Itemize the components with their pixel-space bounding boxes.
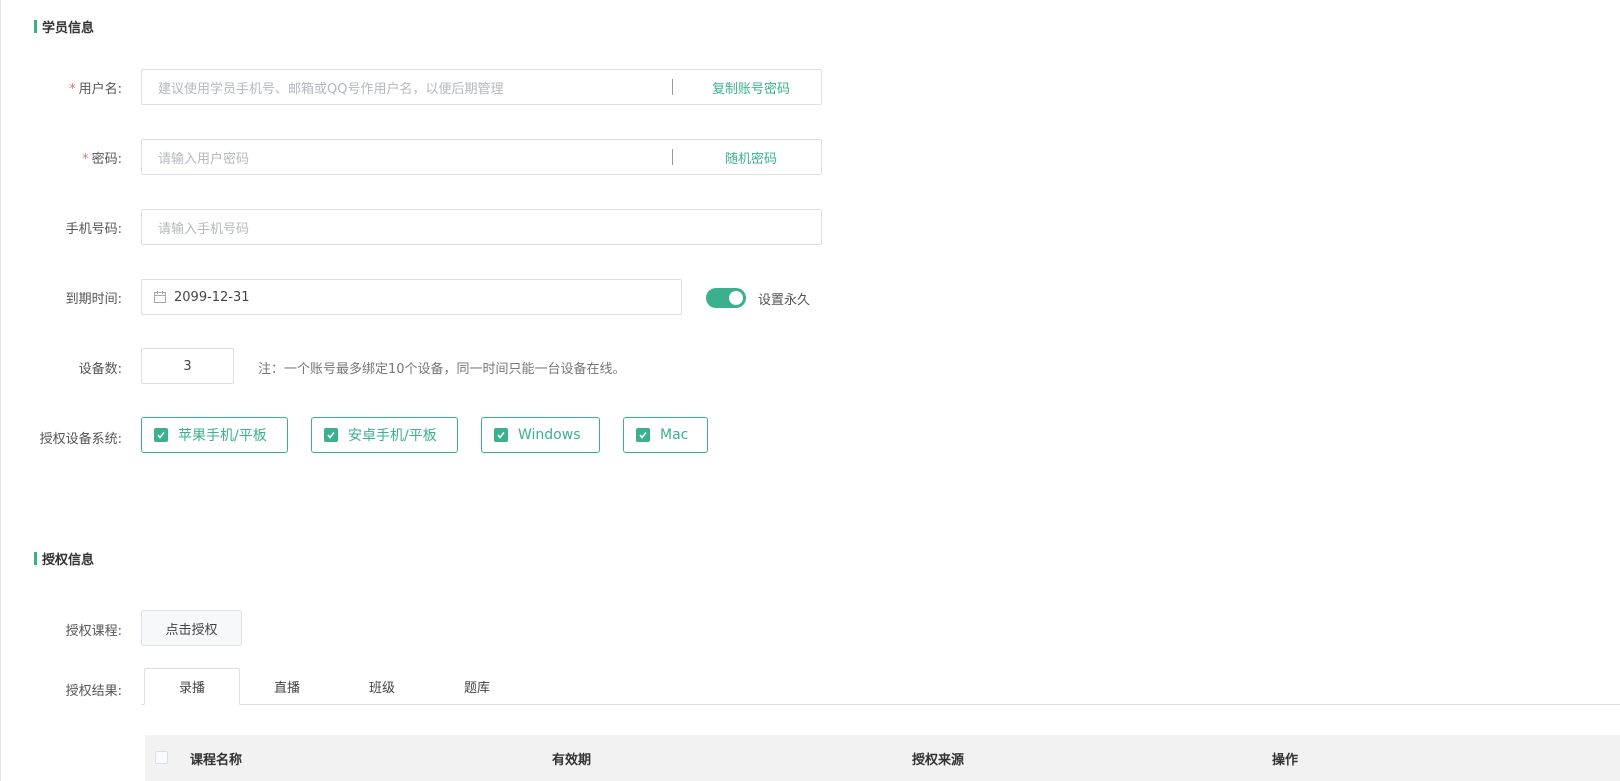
toggle-knob [729, 291, 743, 305]
column-header-actions: 操作 [1272, 753, 1299, 768]
expiry-label: 到期时间: [65, 292, 122, 307]
phone-label: 手机号码: [65, 222, 122, 237]
devices-label: 设备数: [78, 362, 122, 377]
tab-class[interactable]: 班级 [334, 668, 430, 705]
checkbox-checked-icon [636, 428, 650, 442]
section-title-text: 授权信息 [42, 552, 95, 568]
permanent-label: 设置永久 [758, 293, 811, 308]
device-count-input[interactable]: 3 [141, 348, 234, 384]
os-option-windows[interactable]: Windows [481, 417, 600, 453]
checkbox-checked-icon [324, 428, 338, 442]
column-header-source: 授权来源 [912, 753, 965, 768]
os-option-ios[interactable]: 苹果手机/平板 [141, 417, 288, 453]
table-header [145, 735, 1620, 781]
devices-note: 注：一个账号最多绑定10个设备，同一时间只能一台设备在线。 [258, 362, 626, 377]
phone-field[interactable]: 请输入手机号码 [141, 209, 822, 245]
password-label: * 密码: [82, 152, 122, 167]
permanent-toggle[interactable] [706, 288, 746, 308]
section-accent-bar [34, 551, 37, 565]
column-header-course-name: 课程名称 [190, 753, 243, 768]
username-field[interactable]: 建议使用学员手机号、邮箱或QQ号作用户名，以便后期管理 复制账号密码 [141, 69, 822, 105]
auth-result-label: 授权结果: [65, 684, 122, 699]
select-all-checkbox[interactable] [155, 751, 168, 764]
divider [672, 79, 673, 95]
copy-credentials-button[interactable]: 复制账号密码 [681, 78, 821, 97]
username-label: * 用户名: [69, 82, 122, 97]
password-field[interactable]: 请输入用户密码 随机密码 [141, 139, 822, 175]
left-border [0, 0, 1, 781]
tab-question-bank[interactable]: 题库 [429, 668, 525, 705]
device-count-value: 3 [183, 358, 192, 374]
section-title-text: 学员信息 [42, 20, 95, 36]
column-header-validity: 有效期 [552, 753, 592, 768]
os-label: 授权设备系统: [39, 432, 122, 447]
grant-course-button[interactable]: 点击授权 [141, 610, 242, 646]
random-password-button[interactable]: 随机密码 [681, 148, 821, 167]
expiry-date-value: 2099-12-31 [174, 289, 250, 305]
password-placeholder: 请输入用户密码 [158, 151, 250, 167]
os-option-mac[interactable]: Mac [623, 417, 708, 453]
tab-recorded[interactable]: 录播 [144, 668, 240, 705]
section-title-student: 学员信息 [34, 18, 95, 36]
phone-placeholder: 请输入手机号码 [158, 221, 250, 237]
os-option-android[interactable]: 安卓手机/平板 [311, 417, 458, 453]
section-title-auth: 授权信息 [34, 550, 95, 568]
auth-course-label: 授权课程: [65, 624, 122, 639]
checkbox-checked-icon [494, 428, 508, 442]
tab-live[interactable]: 直播 [239, 668, 335, 705]
expiry-date-picker[interactable]: 2099-12-31 [141, 279, 682, 315]
section-accent-bar [34, 19, 37, 33]
calendar-icon [154, 291, 166, 303]
username-placeholder: 建议使用学员手机号、邮箱或QQ号作用户名，以便后期管理 [158, 81, 504, 97]
checkbox-checked-icon [154, 428, 168, 442]
divider [672, 149, 673, 165]
